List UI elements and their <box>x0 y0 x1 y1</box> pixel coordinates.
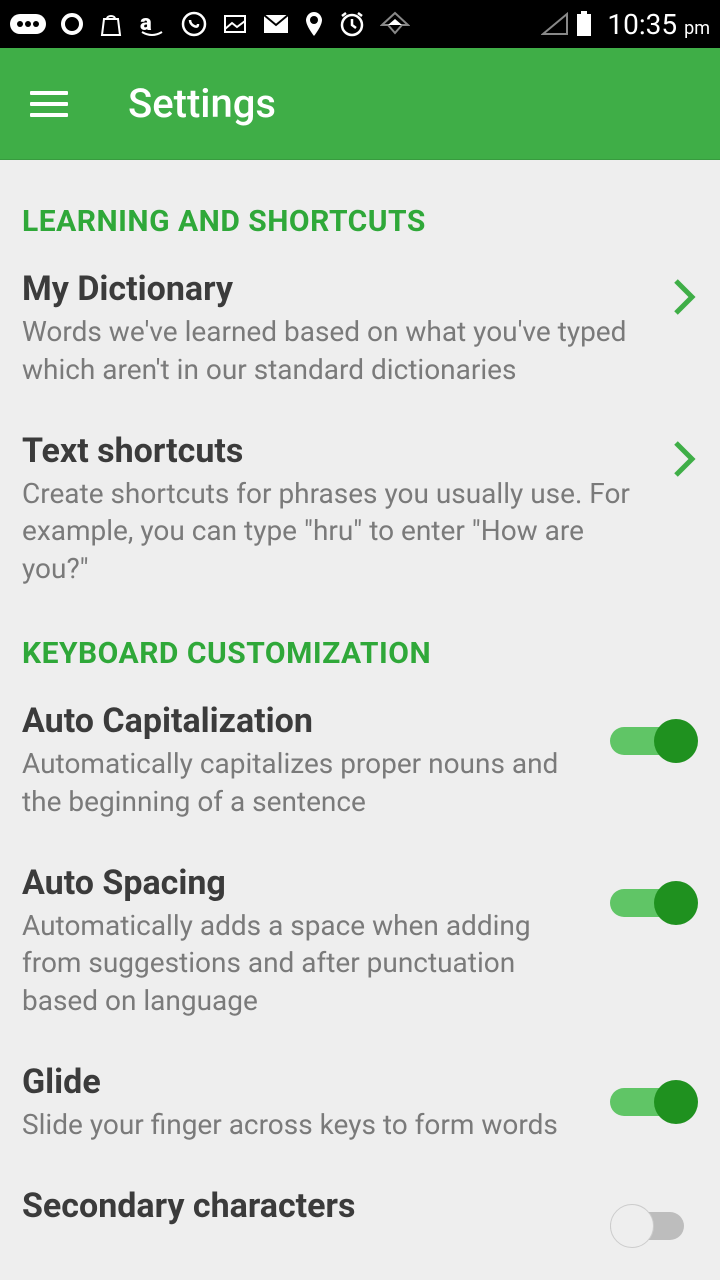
setting-desc: Automatically capitalizes proper nouns a… <box>22 745 596 821</box>
status-time: 10:35 pm <box>607 8 710 41</box>
setting-title: Auto Spacing <box>22 863 596 903</box>
whatsapp-icon <box>180 10 208 38</box>
svg-text:a: a <box>140 11 152 36</box>
menu-button[interactable] <box>30 91 68 117</box>
setting-desc: Automatically adds a space when adding f… <box>22 907 596 1020</box>
setting-text-shortcuts[interactable]: Text shortcuts Create shortcuts for phra… <box>0 413 720 612</box>
alarm-icon <box>338 10 366 38</box>
setting-glide[interactable]: Glide Slide your finger across keys to f… <box>0 1044 720 1168</box>
setting-title: Glide <box>22 1062 596 1102</box>
toggle-auto-capitalization[interactable] <box>610 719 698 763</box>
amazon-icon: a <box>138 10 166 38</box>
mail-icon <box>262 13 290 35</box>
toggle-secondary-characters[interactable] <box>610 1204 698 1248</box>
toggle-auto-spacing[interactable] <box>610 881 698 925</box>
setting-title: My Dictionary <box>22 269 656 309</box>
setting-title: Secondary characters <box>22 1186 596 1226</box>
section-header-learning: LEARNING AND SHORTCUTS <box>0 180 720 251</box>
battery-icon <box>575 10 593 38</box>
toggle-glide[interactable] <box>610 1080 698 1124</box>
shopping-icon <box>98 11 124 37</box>
settings-content: LEARNING AND SHORTCUTS My Dictionary Wor… <box>0 160 720 1272</box>
setting-my-dictionary[interactable]: My Dictionary Words we've learned based … <box>0 251 720 413</box>
location-icon <box>304 10 324 38</box>
setting-desc: Slide your finger across keys to form wo… <box>22 1106 596 1144</box>
image-icon <box>222 11 248 37</box>
setting-auto-spacing[interactable]: Auto Spacing Automatically adds a space … <box>0 845 720 1044</box>
setting-secondary-characters[interactable]: Secondary characters <box>0 1168 720 1272</box>
wifi-icon <box>380 11 410 37</box>
section-header-keyboard: KEYBOARD CUSTOMIZATION <box>0 612 720 683</box>
setting-desc: Create shortcuts for phrases you usually… <box>22 475 656 588</box>
app-bar: Settings <box>0 48 720 160</box>
status-icons-right: 10:35 pm <box>541 8 710 41</box>
chevron-right-icon <box>670 275 698 323</box>
signal-icon <box>541 12 569 36</box>
chevron-right-icon <box>670 437 698 485</box>
status-icons-left: a <box>10 10 541 38</box>
setting-title: Text shortcuts <box>22 431 656 471</box>
page-title: Settings <box>128 80 276 127</box>
setting-title: Auto Capitalization <box>22 701 596 741</box>
status-bar: a 10:35 pm <box>0 0 720 48</box>
setting-auto-capitalization[interactable]: Auto Capitalization Automatically capita… <box>0 683 720 845</box>
setting-desc: Words we've learned based on what you've… <box>22 313 656 389</box>
more-icon <box>10 12 46 36</box>
circle-icon <box>60 12 84 36</box>
